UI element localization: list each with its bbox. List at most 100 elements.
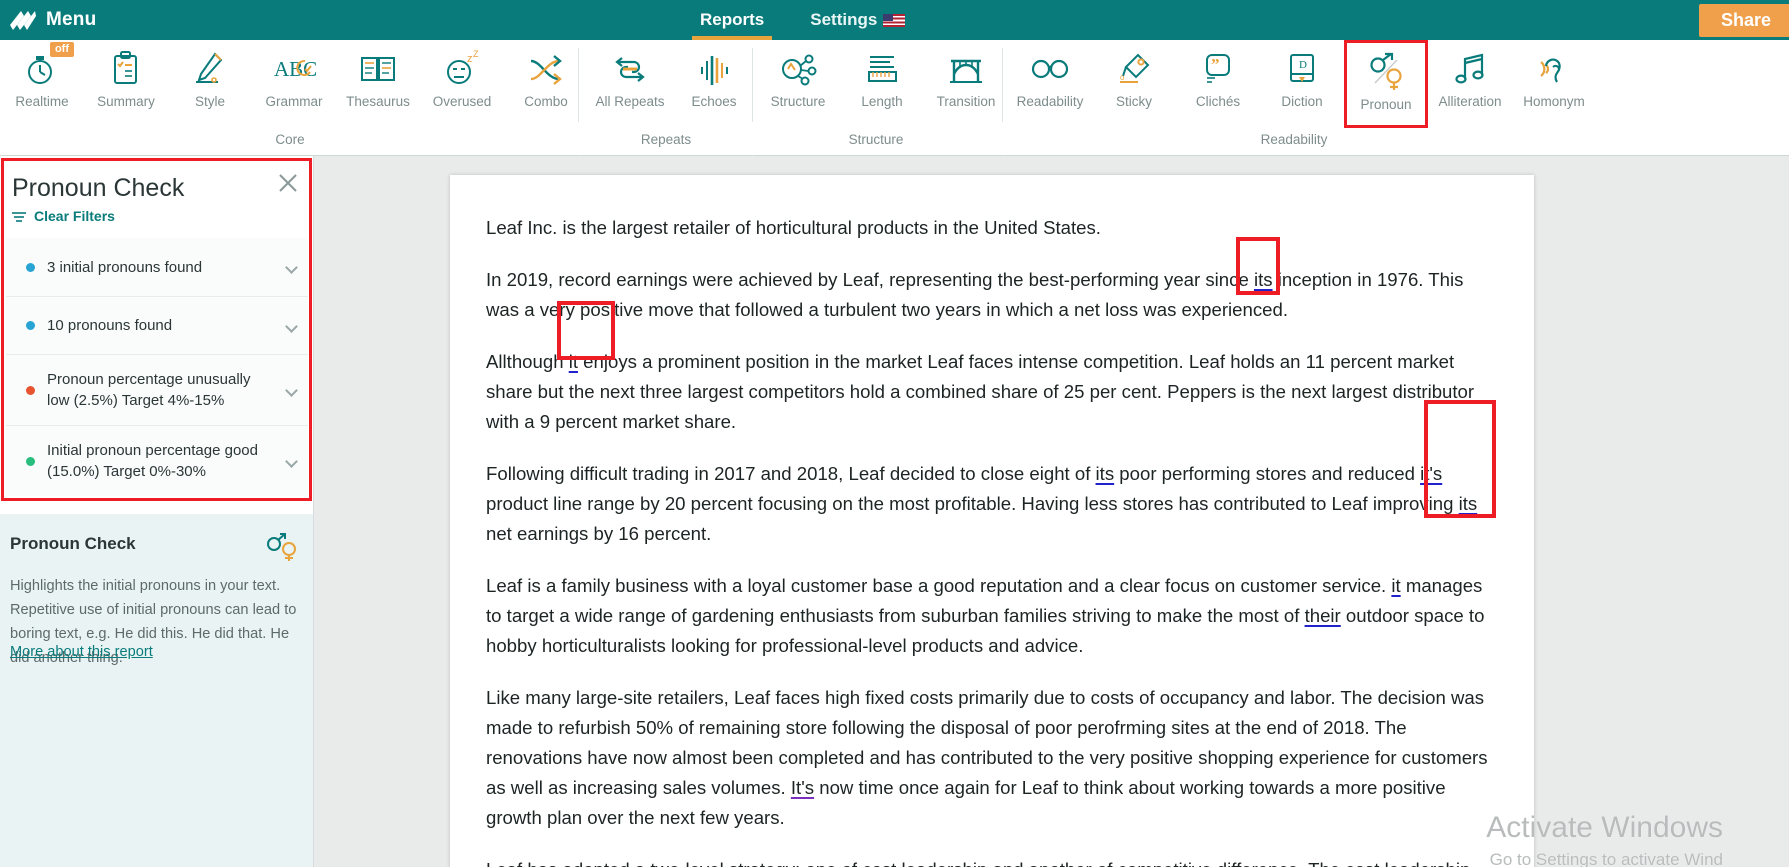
document-text[interactable]: Leaf Inc. is the largest retailer of hor… xyxy=(486,213,1498,867)
document-paragraph: Following difficult trading in 2017 and … xyxy=(486,459,1498,549)
document-text-run: product line range by 20 percent focusin… xyxy=(486,493,1459,514)
ribbon-item-clich-s[interactable]: ” Clichés xyxy=(1176,40,1260,128)
ribbon-item-realtime[interactable]: off Realtime xyxy=(0,40,84,128)
document-paragraph: Leaf Inc. is the largest retailer of hor… xyxy=(486,213,1498,243)
dictionary-book-icon: D xyxy=(1280,46,1324,92)
ribbon-item-thesaurus[interactable]: Thesaurus xyxy=(336,40,420,128)
group-divider-repeats xyxy=(752,48,753,122)
chevron-down-icon[interactable] xyxy=(285,261,298,274)
finding-row[interactable]: Initial pronoun percentage good (15.0%) … xyxy=(6,425,308,496)
ribbon-item-label: Summary xyxy=(97,94,155,109)
status-dot-blue xyxy=(26,262,35,272)
ribbon-item-summary[interactable]: Summary xyxy=(84,40,168,128)
document-text-run: enjoys a prominent position in the marke… xyxy=(486,351,1475,432)
close-icon[interactable] xyxy=(277,172,299,194)
ribbon-item-echoes[interactable]: Echoes xyxy=(672,40,756,128)
ribbon-item-structure[interactable]: Structure xyxy=(756,40,840,128)
glasses-icon xyxy=(1028,46,1072,92)
more-about-report-link[interactable]: More about this report xyxy=(10,644,153,660)
music-note-icon xyxy=(1448,46,1492,92)
tab-settings[interactable]: Settings xyxy=(802,0,913,40)
ribbon-item-label: Clichés xyxy=(1195,94,1241,109)
ribbon-item-label: All Repeats xyxy=(595,94,665,109)
app-root: Menu Reports Settings Share off Realtime xyxy=(0,0,1789,867)
ribbon-item-label: Realtime xyxy=(15,94,69,109)
initial-pronoun-highlight[interactable]: It's xyxy=(791,777,814,798)
finding-row[interactable]: 10 pronouns found xyxy=(6,296,308,354)
chevron-down-icon[interactable] xyxy=(285,384,298,397)
ribbon-item-sticky[interactable]: o Sticky xyxy=(1092,40,1176,128)
document-area[interactable]: Leaf Inc. is the largest retailer of hor… xyxy=(314,156,1789,867)
pronoun-highlight[interactable]: its xyxy=(1096,463,1115,484)
ribbon-item-diction[interactable]: D Diction xyxy=(1260,40,1344,128)
document-text-run: Leaf is a family business with a loyal c… xyxy=(486,575,1392,596)
ear-sound-icon xyxy=(1532,46,1576,92)
status-dot-red xyxy=(26,385,35,395)
finding-row[interactable]: Pronoun percentage unusually low (2.5%) … xyxy=(6,354,308,425)
pronoun-highlight[interactable]: it xyxy=(1391,575,1400,596)
prowritingaid-logo-icon xyxy=(8,7,36,33)
ribbon-item-combo[interactable]: Combo xyxy=(504,40,588,128)
ribbon-item-label: Overused xyxy=(432,94,492,109)
ribbon-item-grammar[interactable]: ABC Grammar xyxy=(252,40,336,128)
ribbon-item-style[interactable]: Style xyxy=(168,40,252,128)
ribbon-item-label: Structure xyxy=(770,94,826,109)
svg-text:D: D xyxy=(1299,59,1307,71)
realtime-off-badge: off xyxy=(49,42,74,57)
ribbon-item-length[interactable]: Length xyxy=(840,40,924,128)
ribbon-item-alliteration[interactable]: Alliteration xyxy=(1428,40,1512,128)
svg-text:z: z xyxy=(467,53,473,65)
tab-reports[interactable]: Reports xyxy=(692,0,773,40)
pronoun-highlight[interactable]: its xyxy=(1459,493,1478,514)
clear-filters-label: Clear Filters xyxy=(34,208,115,224)
document-paragraph: In 2019, record earnings were achieved b… xyxy=(486,265,1498,325)
ribbon-item-all-repeats[interactable]: All Repeats xyxy=(588,40,672,128)
top-bar-left: Menu xyxy=(0,7,96,33)
ribbon-items: off Realtime Summary Style ABC Grammar T… xyxy=(0,40,1789,128)
pronoun-highlight[interactable]: its xyxy=(1254,269,1273,290)
sleeping-face-icon: z Z xyxy=(440,46,484,92)
pronoun-highlight[interactable]: it xyxy=(569,351,578,372)
group-divider-structure xyxy=(1002,48,1003,122)
glue-tag-icon: o xyxy=(1112,46,1156,92)
menu-label[interactable]: Menu xyxy=(46,9,96,31)
share-button[interactable]: Share xyxy=(1698,4,1789,37)
ribbon-item-pronoun[interactable]: Pronoun xyxy=(1344,40,1428,128)
finding-label: Pronoun percentage unusually low (2.5%) … xyxy=(47,371,251,409)
ribbon-item-label: Echoes xyxy=(691,94,737,109)
pronoun-highlight[interactable]: it's xyxy=(1420,463,1442,484)
about-report-box: Pronoun Check Highlights the initial pro… xyxy=(0,514,313,867)
chevron-down-icon[interactable] xyxy=(285,319,298,333)
finding-label: Initial pronoun percentage good (15.0%) … xyxy=(47,442,258,480)
tab-settings-label: Settings xyxy=(810,10,878,29)
report-ribbon: off Realtime Summary Style ABC Grammar T… xyxy=(0,40,1789,156)
shuffle-arrows-icon xyxy=(524,46,568,92)
ribbon-item-readability[interactable]: Readability xyxy=(1008,40,1092,128)
chevron-down-icon[interactable] xyxy=(285,455,298,468)
ribbon-item-transition[interactable]: Transition xyxy=(924,40,1008,128)
top-bar-tabs: Reports Settings xyxy=(692,0,913,40)
gender-symbols-icon xyxy=(1364,49,1408,95)
group-caption-readability: Readability xyxy=(1260,132,1328,147)
document-text-run: poor performing stores and reduced xyxy=(1114,463,1421,484)
pronoun-highlight[interactable]: their xyxy=(1305,605,1341,626)
ribbon-item-label: Transition xyxy=(936,94,996,109)
document-text-run: Leaf Inc. is the largest retailer of hor… xyxy=(486,217,1101,238)
document-text-run: Leaf has adopted a two-level strategy: o… xyxy=(486,859,1470,867)
document-text-run: In 2019, record earnings were achieved b… xyxy=(486,269,1254,290)
us-flag-icon xyxy=(883,13,906,27)
top-bar: Menu Reports Settings Share xyxy=(0,0,1789,40)
ribbon-item-label: Grammar xyxy=(265,94,323,109)
waveform-icon xyxy=(692,46,736,92)
ribbon-item-label: Diction xyxy=(1281,94,1323,109)
finding-row[interactable]: 3 initial pronouns found xyxy=(6,238,308,296)
ribbon-item-homonym[interactable]: Homonym xyxy=(1512,40,1596,128)
ribbon-item-label: Thesaurus xyxy=(346,94,410,109)
clear-filters-button[interactable]: Clear Filters xyxy=(12,208,115,224)
document-page: Leaf Inc. is the largest retailer of hor… xyxy=(450,175,1534,867)
ribbon-item-label: Pronoun xyxy=(1360,97,1412,112)
group-caption-structure: Structure xyxy=(848,132,904,147)
pencil-icon xyxy=(188,46,232,92)
ribbon-item-overused[interactable]: z Z Overused xyxy=(420,40,504,128)
svg-text:”: ” xyxy=(1211,55,1220,74)
